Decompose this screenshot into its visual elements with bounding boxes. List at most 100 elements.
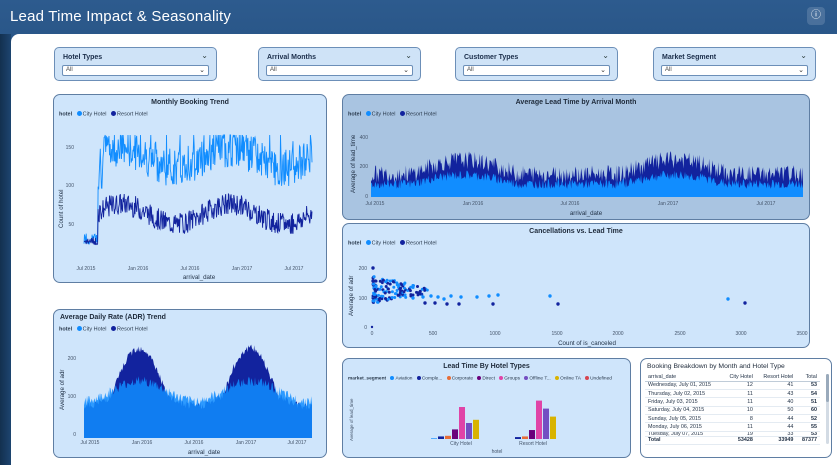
scatter-point xyxy=(371,279,375,283)
scatter-point xyxy=(393,292,397,296)
table-row[interactable]: Saturday, July 04, 2015 10 50 60 xyxy=(645,406,820,416)
scatter-point xyxy=(393,296,397,299)
scatter-point xyxy=(384,285,388,288)
scatter-point xyxy=(402,290,406,294)
scatter-point xyxy=(411,293,415,297)
scatter-point xyxy=(385,278,389,282)
slicer-value: All xyxy=(66,67,73,73)
table-row[interactable]: Wednesday, July 01, 2015 12 41 53 xyxy=(645,381,820,391)
y-axis-label: Average of adr xyxy=(348,276,355,316)
x-tick: 2000 xyxy=(612,331,623,337)
bar-0-2 xyxy=(445,435,451,439)
bar-0-4 xyxy=(459,407,465,439)
x-tick: 1500 xyxy=(551,331,562,337)
scatter-point xyxy=(391,280,395,284)
y-tick: 200 xyxy=(359,266,368,272)
cell-resort: 44 xyxy=(755,422,797,432)
cell-date: Monday, July 06, 2015 xyxy=(645,422,723,432)
y-axis-label: Count of hotel xyxy=(58,189,65,228)
scatter-point xyxy=(373,288,377,291)
monthly-booking-trend-panel[interactable]: Monthly Booking Trend hotel City Hotel R… xyxy=(53,94,327,283)
slicer-dropdown[interactable]: All ⌄ xyxy=(266,65,413,76)
y-tick: 100 xyxy=(359,296,368,302)
chevron-down-icon[interactable]: ⌄ xyxy=(602,51,609,60)
adr-trend-panel[interactable]: Average Daily Rate (ADR) Trend hotel Cit… xyxy=(53,309,327,458)
dropdown-arrow-icon[interactable]: ⌄ xyxy=(199,66,205,74)
slicer-arrival-months[interactable]: Arrival Months ⌄ All ⌄ xyxy=(258,47,421,81)
cell-city: 11 xyxy=(722,422,756,432)
scatter-point xyxy=(400,283,404,287)
info-icon[interactable]: ⓘ xyxy=(807,7,825,25)
table-row[interactable]: Thursday, July 02, 2015 11 43 54 xyxy=(645,389,820,399)
lead-time-hotel-types-panel[interactable]: Lead Time By Hotel Types market_segment … xyxy=(342,358,631,458)
x-tick: Jul 2015 xyxy=(81,440,100,446)
cell-grand-total: 87377 xyxy=(796,435,820,445)
x-tick: 3000 xyxy=(735,331,746,337)
cancellations-panel[interactable]: Cancellations vs. Lead Time hotel City H… xyxy=(342,223,810,348)
cell-date: Friday, July 03, 2015 xyxy=(645,397,723,407)
x-tick: Jul 2016 xyxy=(185,440,204,446)
slicer-hotel-types[interactable]: Hotel Types ⌄ All ⌄ xyxy=(54,47,217,81)
y-tick: 0 xyxy=(73,432,76,438)
dropdown-arrow-icon[interactable]: ⌄ xyxy=(798,66,804,74)
x-ticks: Jul 2015 Jan 2016 Jul 2016 Jan 2017 Jul … xyxy=(77,266,304,272)
cell-total-resort: 33949 xyxy=(755,435,797,445)
chevron-down-icon[interactable]: ⌄ xyxy=(405,51,412,60)
x-tick: Jan 2017 xyxy=(658,201,679,207)
slicer-value: All xyxy=(467,67,474,73)
column-header[interactable]: Total xyxy=(796,373,820,382)
scatter-point xyxy=(422,286,426,290)
x-tick: Jul 2017 xyxy=(285,266,304,272)
column-header[interactable]: City Hotel xyxy=(722,373,756,382)
slicer-dropdown[interactable]: All ⌄ xyxy=(62,65,209,76)
scatter-point xyxy=(373,295,377,299)
table-scrollbar[interactable] xyxy=(826,374,829,444)
bar-0-5 xyxy=(466,423,472,439)
booking-breakdown-table: arrival_date City Hotel Resort Hotel Tot… xyxy=(645,373,820,445)
y-axis-label: Average of adr xyxy=(59,370,66,410)
x-tick: Jan 2016 xyxy=(132,440,153,446)
scatter-point xyxy=(487,294,491,298)
chevron-down-icon[interactable]: ⌄ xyxy=(800,51,807,60)
bar-1-5 xyxy=(543,408,549,439)
bar-1-1 xyxy=(515,437,521,439)
table-row[interactable]: Friday, July 03, 2015 11 40 51 xyxy=(645,397,820,407)
cell-total: 54 xyxy=(796,389,820,399)
x-axis-label: Count of is_canceled xyxy=(558,340,616,347)
cell-resort: 44 xyxy=(755,414,797,424)
bar-series xyxy=(431,400,556,439)
booking-breakdown-panel[interactable]: Booking Breakdown by Month and Hotel Typ… xyxy=(640,358,832,458)
title-bar: Lead Time Impact & Seasonality ⓘ xyxy=(0,0,837,34)
x-tick: 1000 xyxy=(489,331,500,337)
slicer-dropdown[interactable]: All ⌄ xyxy=(661,65,808,76)
column-header[interactable]: arrival_date xyxy=(645,373,723,382)
slicer-dropdown[interactable]: All ⌄ xyxy=(463,65,610,76)
slicer-value: All xyxy=(665,67,672,73)
bar-1-4 xyxy=(536,400,542,439)
y-axis-label: Average of lead_time xyxy=(350,134,357,193)
scrollbar-thumb[interactable] xyxy=(826,374,829,402)
scatter-point xyxy=(378,287,382,291)
scatter-point xyxy=(411,296,415,300)
dropdown-arrow-icon[interactable]: ⌄ xyxy=(403,66,409,74)
column-header[interactable]: Resort Hotel xyxy=(755,373,797,382)
scatter-point xyxy=(475,295,479,299)
slicer-market-segment[interactable]: Market Segment ⌄ All ⌄ xyxy=(653,47,816,81)
cell-city: 12 xyxy=(722,381,756,391)
scatter-point xyxy=(387,290,391,294)
left-background-band xyxy=(0,34,11,465)
x-tick: 2500 xyxy=(674,331,685,337)
table-header-row: arrival_date City Hotel Resort Hotel Tot… xyxy=(645,373,820,382)
dropdown-arrow-icon[interactable]: ⌄ xyxy=(600,66,606,74)
scatter-point xyxy=(436,295,440,299)
slicer-customer-types[interactable]: Customer Types ⌄ All ⌄ xyxy=(455,47,618,81)
table-row[interactable]: Monday, July 06, 2015 11 44 55 xyxy=(645,422,820,432)
slicer-label: Hotel Types xyxy=(63,54,103,61)
cell-city: 11 xyxy=(722,397,756,407)
cell-resort: 41 xyxy=(755,381,797,391)
chevron-down-icon[interactable]: ⌄ xyxy=(201,51,208,60)
scatter-point xyxy=(445,302,449,306)
y-tick: 100 xyxy=(66,183,75,189)
table-row[interactable]: Sunday, July 05, 2015 8 44 52 xyxy=(645,414,820,424)
lead-time-by-month-panel[interactable]: Average Lead Time by Arrival Month hotel… xyxy=(342,94,810,220)
